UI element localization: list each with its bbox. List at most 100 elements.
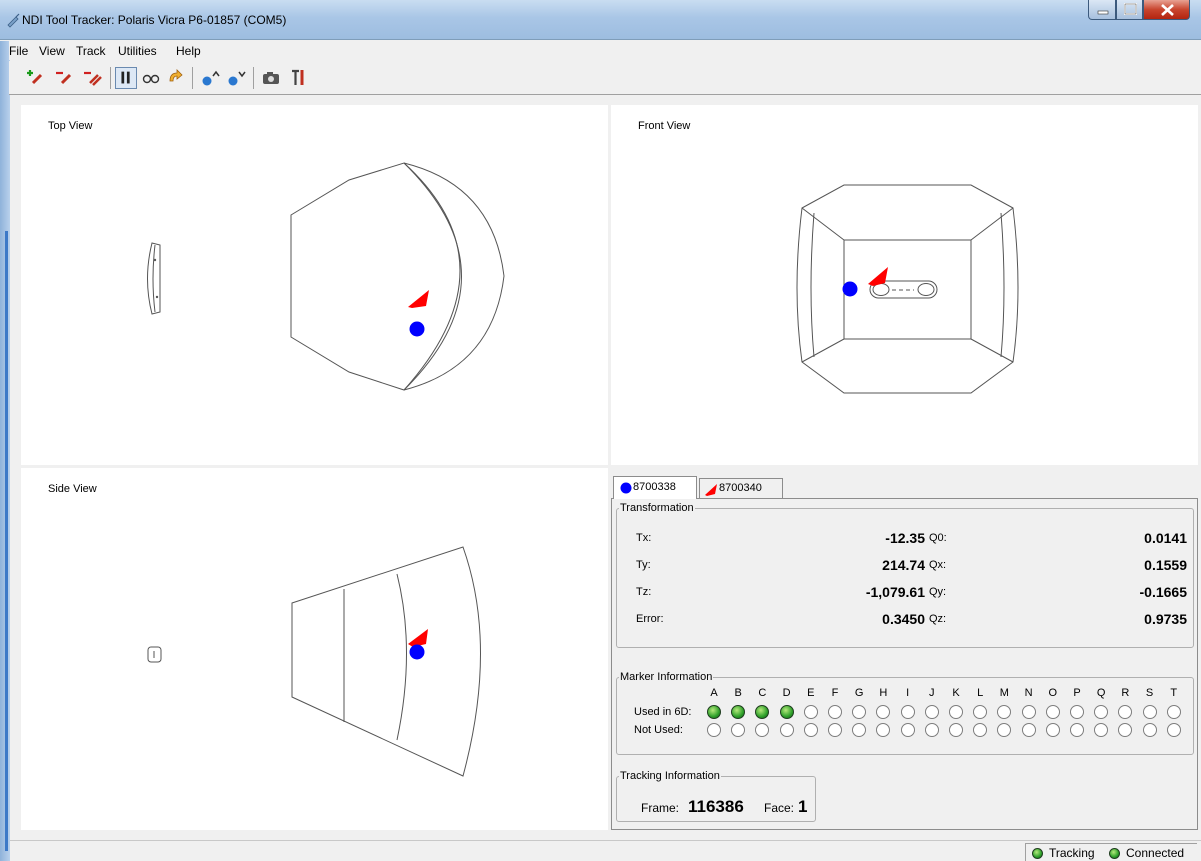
side-view-canvas — [147, 546, 481, 777]
marker-not-used-led — [1021, 723, 1036, 737]
window-title: NDI Tool Tracker: Polaris Vicra P6-01857… — [22, 13, 287, 27]
blue-circle-icon — [620, 482, 632, 494]
snapshot-icon[interactable] — [260, 67, 282, 89]
red-tool-marker — [408, 629, 428, 647]
close-button[interactable] — [1143, 0, 1190, 20]
marker-column-label: K — [952, 687, 960, 699]
blue-tool-marker — [842, 281, 858, 297]
not-used-label: Not Used: — [634, 724, 683, 736]
menu-utilities[interactable]: Utilities — [118, 44, 157, 58]
marker-used-led — [1166, 705, 1181, 719]
error-value: 0.3450 — [882, 611, 925, 627]
remove-tool-icon[interactable] — [54, 67, 76, 89]
marker-column-label: P — [1073, 687, 1081, 699]
marker-column-label: L — [977, 687, 984, 699]
window-left-border — [0, 41, 10, 861]
minimize-icon — [1097, 10, 1109, 15]
marker-not-used-led — [949, 723, 963, 737]
toolbar — [9, 61, 1201, 95]
title-bar: NDI Tool Tracker: Polaris Vicra P6-01857… — [0, 0, 1201, 40]
front-view-canvas — [796, 184, 1019, 394]
tracking-status-text: Tracking — [1049, 846, 1095, 860]
pause-tracking-icon[interactable] — [115, 67, 137, 89]
marker-used-led — [1021, 705, 1036, 719]
tracking-status-led — [1032, 848, 1043, 859]
top-view-panel: Top View — [21, 105, 608, 465]
tz-label: Tz: — [636, 586, 652, 598]
marker-column-label: M — [999, 687, 1009, 699]
menu-bar: File View Track Utilities Help — [9, 41, 1201, 60]
tx-label: Tx: — [636, 532, 652, 544]
red-tool-marker — [408, 290, 429, 308]
top-view-canvas — [147, 162, 505, 391]
tab-label: 8700340 — [719, 482, 762, 494]
marker-information-group: Marker Information A B C D E F G H I J K L M N O P Q R S T U… — [616, 671, 1194, 755]
marker-used-led — [900, 705, 915, 719]
qx-label: Qx: — [929, 559, 947, 571]
marker-not-used-led — [828, 723, 842, 737]
marker-not-used-led — [731, 723, 746, 737]
add-tool-icon[interactable] — [25, 67, 47, 89]
marker-not-used-led — [707, 723, 721, 737]
status-indicators: Tracking Connected — [1025, 843, 1197, 861]
menu-file[interactable]: File — [9, 44, 28, 58]
menu-help[interactable]: Help — [176, 44, 201, 58]
marker-not-used-led — [755, 723, 770, 737]
raise-tool-icon[interactable] — [199, 67, 221, 89]
marker-not-used-led — [1118, 723, 1133, 737]
tab-tool-8700338[interactable]: 8700338 — [613, 476, 697, 499]
reset-icon[interactable] — [165, 67, 187, 89]
marker-used-led — [876, 705, 891, 719]
marker-column-label: C — [758, 687, 767, 699]
front-view-panel: Front View — [611, 105, 1198, 465]
tab-tool-8700340[interactable]: 8700340 — [699, 478, 783, 498]
marker-used-led — [755, 705, 770, 719]
tx-value: -12.35 — [885, 530, 925, 546]
marker-column-label: Q — [1096, 687, 1106, 699]
remove-all-tools-icon[interactable] — [82, 67, 104, 89]
marker-column-label: E — [807, 687, 815, 699]
marker-column-label: F — [831, 687, 839, 699]
marker-column-label: H — [879, 687, 888, 699]
marker-used-led — [997, 705, 1012, 719]
qy-label: Qy: — [929, 586, 947, 598]
frame-value: 116386 — [688, 797, 744, 816]
marker-column-label: S — [1145, 687, 1154, 699]
marker-not-used-led — [779, 723, 794, 737]
marker-used-led — [924, 705, 939, 719]
marker-not-used-led — [997, 723, 1012, 737]
connected-status-led — [1109, 848, 1120, 859]
menu-view[interactable]: View — [39, 44, 65, 58]
marker-not-used-led — [1070, 723, 1084, 737]
toolbar-separator — [253, 67, 254, 89]
settings-tools-icon[interactable] — [287, 67, 309, 89]
marker-used-led — [852, 705, 867, 719]
marker-not-used-led — [803, 723, 818, 737]
tracking-information-group: Tracking Information Frame: 116386 Face:… — [616, 770, 816, 822]
toolbar-separator — [192, 67, 193, 89]
menu-track[interactable]: Track — [76, 44, 106, 58]
marker-column-label: G — [854, 687, 864, 699]
marker-used-led — [731, 705, 746, 719]
marker-column-label: D — [782, 687, 791, 699]
q0-value: 0.0141 — [1144, 530, 1187, 546]
blue-tool-marker — [409, 644, 425, 660]
stray-markers-icon[interactable] — [140, 67, 162, 89]
qz-label: Qz: — [929, 613, 947, 625]
marker-used-led — [1070, 705, 1084, 719]
marker-not-used-led — [1166, 723, 1181, 737]
marker-column-label: N — [1024, 687, 1033, 699]
marker-not-used-led — [1045, 723, 1060, 737]
app-icon — [7, 13, 20, 28]
tracking-information-legend: Tracking Information — [620, 770, 720, 782]
side-view-panel: Side View — [21, 468, 608, 830]
marker-column-label: A — [710, 687, 718, 699]
tool-info-panel: 8700338 8700340 Transformation Tx: -12.3… — [611, 466, 1198, 830]
maximize-button[interactable] — [1116, 0, 1143, 20]
connected-status-text: Connected — [1126, 846, 1185, 860]
minimize-button[interactable] — [1088, 0, 1116, 20]
transformation-group: Transformation Tx: -12.35 Q0: 0.0141 Ty:… — [616, 502, 1194, 648]
lower-tool-icon[interactable] — [225, 67, 247, 89]
marker-not-used-led — [1142, 723, 1157, 737]
marker-used-led — [707, 705, 721, 719]
